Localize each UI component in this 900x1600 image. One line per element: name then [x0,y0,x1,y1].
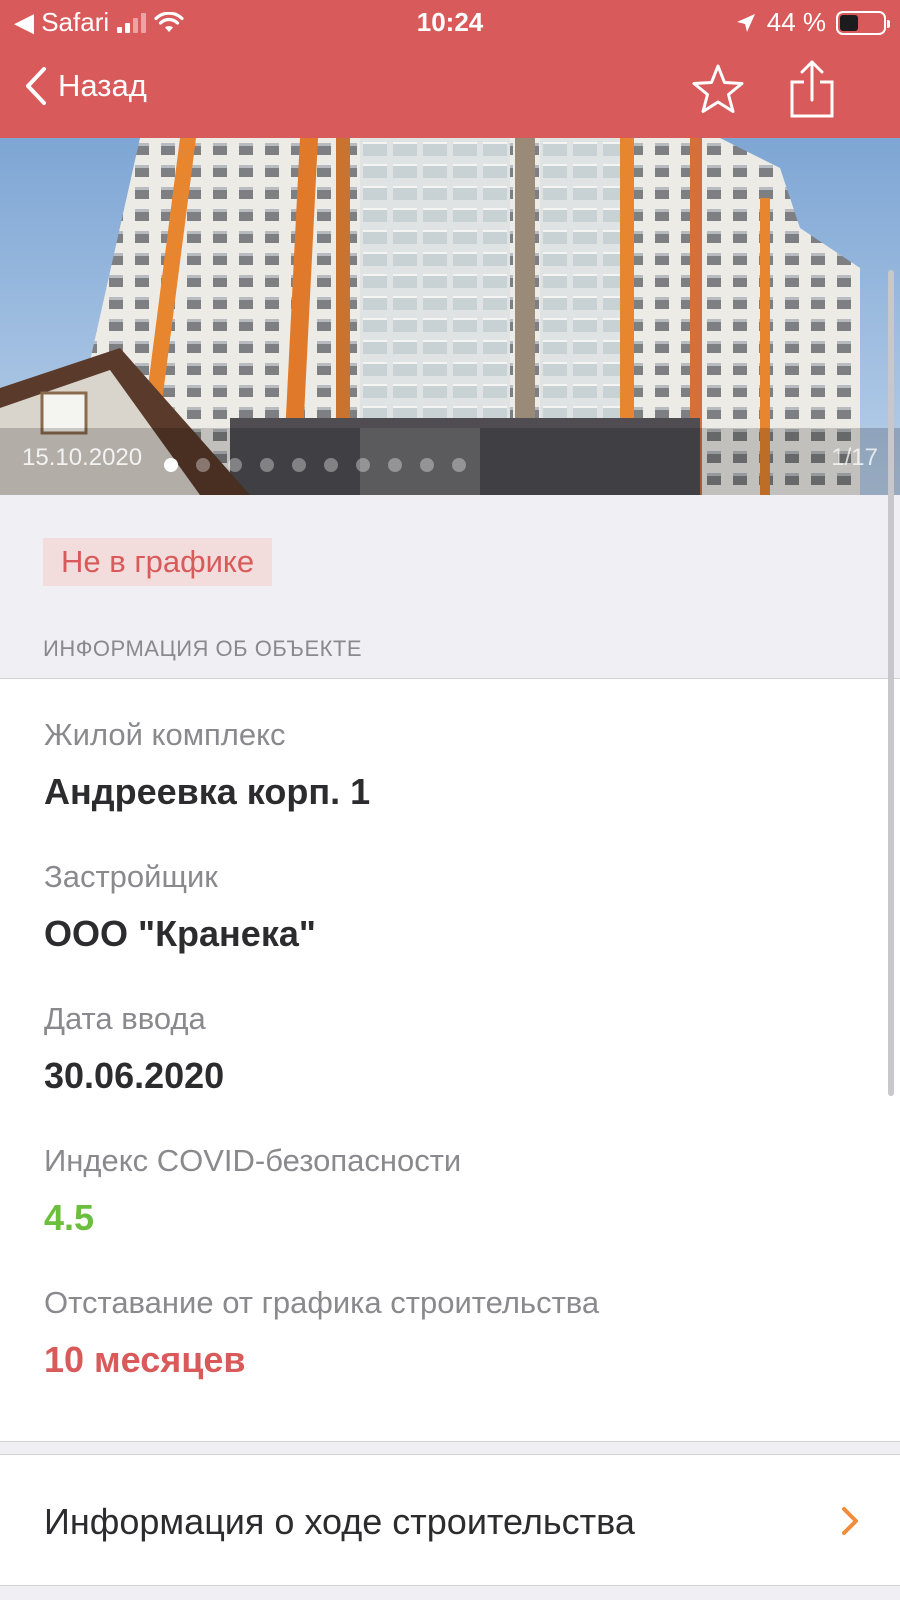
navigation-bar: Назад [0,58,900,128]
back-button-label: Назад [58,68,147,103]
top-bar: ◀ Safari 10:24 44 % Назад [0,0,900,138]
field-label-handover-date: Дата ввода [44,1001,206,1036]
field-value-handover-date: 30.06.2020 [44,1055,225,1096]
location-arrow-icon [736,13,755,32]
construction-progress-link[interactable]: Информация о ходе строительства [0,1454,900,1586]
field-label-developer: Застройщик [44,859,218,894]
battery-percent: 44 % [766,7,826,37]
field-value-developer: ООО "Кранека" [44,913,316,954]
page-dot[interactable] [292,458,306,472]
back-button[interactable]: Назад [24,66,147,106]
photo-date: 15.10.2020 [22,444,143,471]
page-dot[interactable] [260,458,274,472]
schedule-status-badge: Не в графике [43,538,273,586]
chevron-right-icon [842,1507,858,1535]
status-bar: ◀ Safari 10:24 44 % [0,0,900,46]
field-label-schedule-delay: Отставание от графика строительства [44,1285,600,1320]
section-header: ИНФОРМАЦИЯ ОБ ОБЪЕКТЕ [43,636,363,661]
page-dot[interactable] [164,458,178,472]
share-icon[interactable] [782,60,842,120]
field-value-complex: Андреевка корп. 1 [44,771,371,812]
scrollbar[interactable] [888,270,894,1096]
page-indicator[interactable] [164,458,466,472]
object-info-card: Жилой комплекс Андреевка корп. 1 Застрой… [0,678,900,1442]
field-label-covid-index: Индекс COVID-безопасности [44,1143,462,1178]
page-dot[interactable] [196,458,210,472]
field-value-schedule-delay: 10 месяцев [44,1339,246,1380]
field-label-complex: Жилой комплекс [44,717,286,752]
field-value-covid-index: 4.5 [44,1197,95,1238]
battery-icon [836,10,890,35]
building-photo-gallery[interactable]: 15.10.2020 1/17 [0,138,900,495]
page-dot[interactable] [356,458,370,472]
page-dot[interactable] [228,458,242,472]
page-dot[interactable] [324,458,338,472]
photo-counter: 1/17 [831,444,878,471]
building-photo [0,138,900,495]
chevron-left-icon [26,67,46,105]
status-right: 44 % [735,7,890,38]
page-dot[interactable] [420,458,434,472]
page-dot[interactable] [388,458,402,472]
star-icon[interactable] [688,60,748,120]
page-dot[interactable] [452,458,466,472]
construction-progress-label: Информация о ходе строительства [44,1501,635,1542]
